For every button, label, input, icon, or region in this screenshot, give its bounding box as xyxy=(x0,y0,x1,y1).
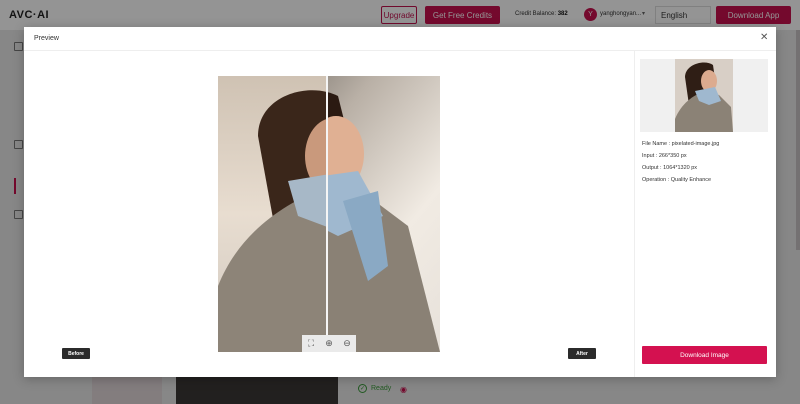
after-label: After xyxy=(568,348,596,359)
comparison-image[interactable] xyxy=(218,76,440,352)
thumbnail-box xyxy=(640,59,768,132)
portrait-photo xyxy=(218,76,440,352)
input-size-info: Input : 266*350 px xyxy=(642,153,687,159)
split-handle[interactable] xyxy=(326,76,328,352)
zoom-toolbar: ⛶ ⊕ ⊖ xyxy=(302,335,356,352)
zoom-out-icon[interactable]: ⊖ xyxy=(340,338,354,349)
download-image-button[interactable]: Download Image xyxy=(642,346,767,364)
divider xyxy=(634,51,635,377)
before-label: Before xyxy=(62,348,90,359)
file-name-info: File Name : pixelated-image.jpg xyxy=(642,141,720,147)
thumbnail-image xyxy=(675,59,733,132)
divider xyxy=(24,50,776,51)
preview-modal: Preview ✕ ⛶ ⊕ ⊖ Before After File Name:… xyxy=(24,27,776,377)
fit-screen-icon[interactable]: ⛶ xyxy=(304,338,318,349)
close-icon[interactable]: ✕ xyxy=(760,32,768,43)
operation-info: Operation : Quality Enhance xyxy=(642,177,712,183)
output-size-info: Output : 1064*1320 px xyxy=(642,165,698,171)
zoom-in-icon[interactable]: ⊕ xyxy=(322,338,336,349)
modal-title: Preview xyxy=(34,35,59,42)
